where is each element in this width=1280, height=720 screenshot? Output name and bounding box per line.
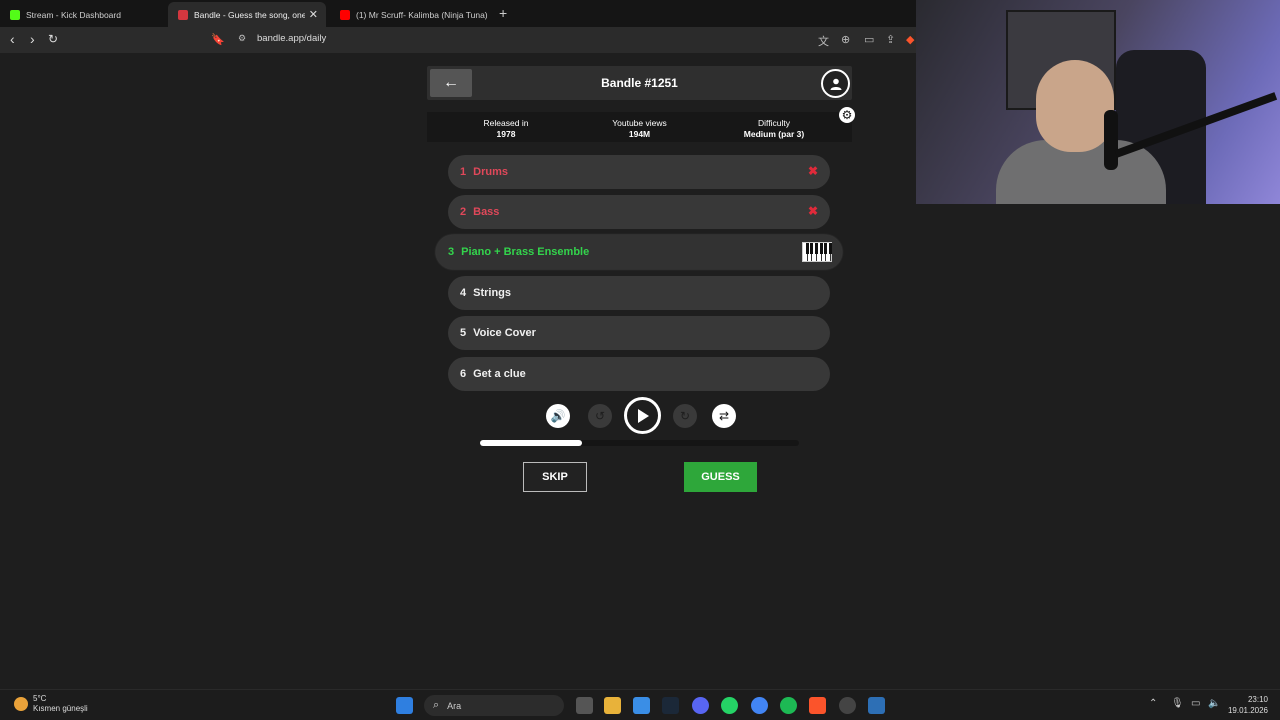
network-icon[interactable]: ▭ — [1191, 698, 1200, 709]
search-icon: ⌕ — [433, 699, 440, 711]
guess-button[interactable]: GUESS — [684, 462, 757, 492]
brave-shield-icon[interactable]: ◆ — [906, 33, 914, 46]
stem-row-get-a-clue[interactable]: 6 Get a clue — [448, 357, 830, 391]
app-icon-2[interactable] — [868, 697, 885, 714]
shuffle-off-icon[interactable]: ⇄ — [712, 404, 736, 428]
partly-sunny-icon — [14, 697, 28, 711]
settings-gear-icon[interactable]: ⚙ — [839, 107, 855, 123]
stem-row-bass[interactable]: 2 Bass ✖ — [448, 195, 830, 229]
translate-icon[interactable]: 文 — [818, 33, 829, 49]
file-explorer-icon[interactable] — [604, 697, 621, 714]
wrong-x-icon: ✖ — [807, 204, 818, 218]
bandle-favicon-icon — [178, 9, 188, 20]
skip-button[interactable]: SKIP — [523, 462, 587, 492]
song-info-row: Released in 1978 Youtube views 194M Diff… — [427, 112, 852, 142]
stem-row-strings: 4 Strings — [448, 276, 830, 310]
back-icon[interactable]: ‹ — [10, 31, 15, 47]
play-button[interactable] — [624, 397, 661, 434]
share-icon[interactable]: ⇪ — [886, 33, 895, 46]
reload-icon[interactable]: ↻ — [48, 32, 58, 46]
spotify-icon[interactable] — [780, 697, 797, 714]
views-info: Youtube views 194M — [612, 118, 667, 139]
tab-youtube[interactable]: (1) Mr Scruff- Kalimba (Ninja Tuna) - — [330, 2, 490, 27]
youtube-favicon-icon — [340, 9, 350, 20]
bandle-header: ← Bandle #1251 — [427, 66, 852, 100]
webcam-overlay — [916, 0, 1280, 204]
forward-skip-icon[interactable]: ↻ — [673, 404, 697, 428]
address-bar[interactable]: bandle.app/daily — [257, 33, 326, 44]
brave-icon[interactable] — [809, 697, 826, 714]
wrong-x-icon: ✖ — [807, 164, 818, 178]
difficulty-info: Difficulty Medium (par 3) — [743, 118, 805, 139]
app-icon[interactable] — [839, 697, 856, 714]
playback-progress-bar[interactable] — [480, 440, 799, 446]
close-tab-icon[interactable]: ✕ — [309, 8, 318, 21]
windows-start-icon[interactable] — [396, 697, 413, 714]
forward-icon[interactable]: › — [30, 31, 35, 47]
weather-widget[interactable]: 5°C Kısmen güneşli — [14, 694, 88, 714]
speaker-icon[interactable]: 🔈 — [1208, 698, 1220, 709]
tray-chevron-icon[interactable]: ⌃ — [1149, 698, 1157, 709]
new-tab-button[interactable]: + — [499, 5, 507, 21]
chrome-icon[interactable] — [751, 697, 768, 714]
whatsapp-icon[interactable] — [721, 697, 738, 714]
release-info: Released in 1978 — [483, 118, 529, 139]
streamer-head — [1036, 60, 1114, 152]
zoom-icon[interactable]: ⊕ — [841, 33, 850, 46]
taskbar-search[interactable]: ⌕ Ara — [424, 695, 564, 716]
store-icon[interactable] — [633, 697, 650, 714]
steam-icon[interactable] — [662, 697, 679, 714]
kick-favicon-icon — [10, 9, 20, 20]
rewind-icon[interactable]: ↺ — [588, 404, 612, 428]
piano-icon — [802, 242, 832, 262]
site-settings-icon[interactable]: ⚙ — [238, 33, 246, 44]
profile-button[interactable] — [821, 69, 850, 98]
cast-icon[interactable]: ▭ — [864, 33, 874, 46]
microphone-tray-icon[interactable]: 🎙 — [1171, 698, 1184, 709]
windows-taskbar: 5°C Kısmen güneşli ⌕ Ara ⌃ 🎙 ▭ 🔈 23:10 1… — [0, 689, 1280, 720]
bookmark-icon[interactable]: 🔖 — [211, 33, 225, 46]
stem-row-drums[interactable]: 1 Drums ✖ — [448, 155, 830, 189]
task-view-icon[interactable] — [576, 697, 593, 714]
tab-kick-dashboard[interactable]: Stream - Kick Dashboard — [0, 2, 165, 27]
microphone-icon — [1104, 110, 1118, 170]
page-title: Bandle #1251 — [601, 76, 678, 90]
user-icon — [830, 78, 841, 90]
discord-icon[interactable] — [692, 697, 709, 714]
progress-fill — [480, 440, 583, 446]
taskbar-clock[interactable]: 23:10 19.01.2026 — [1226, 694, 1268, 716]
stem-row-voice-cover: 5 Voice Cover — [448, 316, 830, 350]
browser-tab-bar: Stream - Kick Dashboard Bandle - Guess t… — [0, 0, 916, 27]
stem-row-piano-brass[interactable]: 3 Piano + Brass Ensemble — [436, 235, 842, 269]
volume-icon[interactable]: 🔊 — [546, 404, 570, 428]
play-icon — [637, 408, 649, 423]
tab-bandle[interactable]: Bandle - Guess the song, one in ✕ — [168, 2, 326, 27]
browser-toolbar: ‹ › ↻ 🔖 ⚙ bandle.app/daily 文 ⊕ ▭ ⇪ ◆ — [0, 27, 916, 53]
